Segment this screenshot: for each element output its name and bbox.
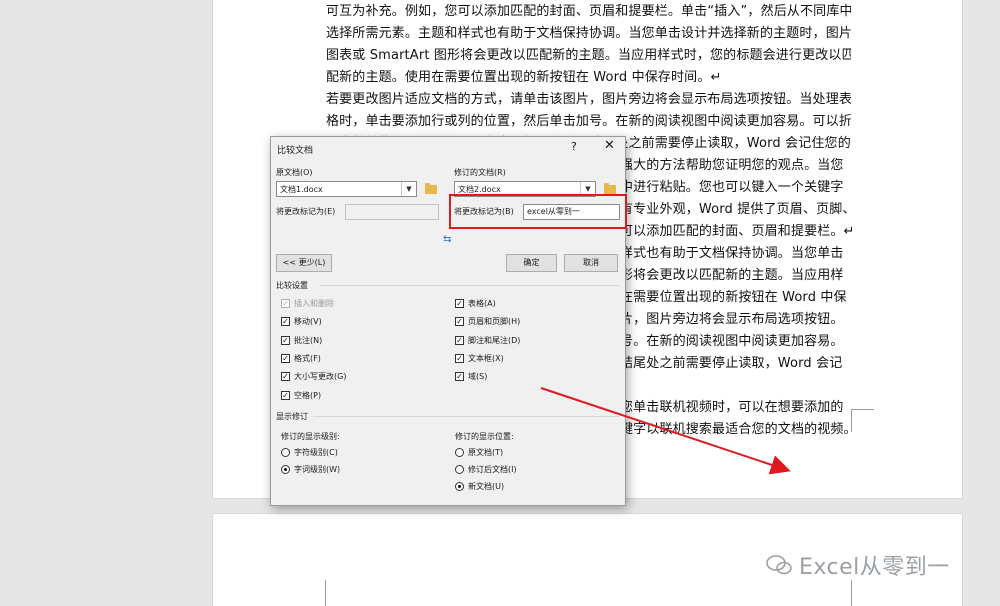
annotation-arrow — [540, 387, 791, 475]
arrow-line — [540, 387, 791, 475]
